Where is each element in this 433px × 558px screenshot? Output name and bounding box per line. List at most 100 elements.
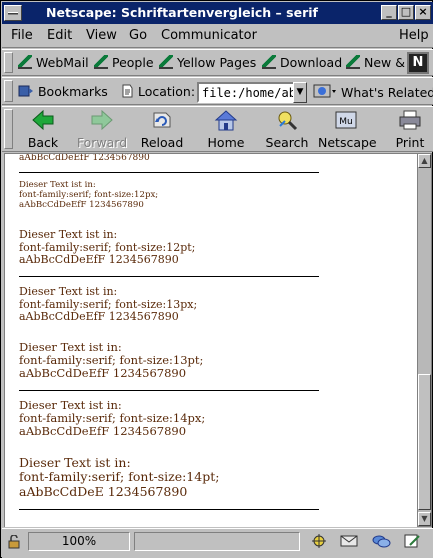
close-button[interactable]: × xyxy=(415,5,431,20)
sample-alphabet: aAbBcCdDeEfF 1234567890 xyxy=(19,424,187,439)
toolbar-grip[interactable] xyxy=(4,80,13,102)
back-label: Back xyxy=(27,135,59,150)
search-icon xyxy=(278,111,298,131)
print-button[interactable]: Print xyxy=(382,109,433,151)
sample-12px: Dieser Text ist in: font-family:serif; f… xyxy=(19,180,158,211)
menu-communicator[interactable]: Communicator xyxy=(161,28,257,43)
sample-14px: Dieser Text ist in: font-family:serif; f… xyxy=(19,398,205,439)
discussion-component-icon[interactable] xyxy=(371,533,391,549)
page-proxy-icon[interactable] xyxy=(120,84,134,98)
webmail-link[interactable]: WebMail xyxy=(18,55,89,70)
menu-edit[interactable]: Edit xyxy=(47,28,72,43)
minimize-button[interactable]: _ xyxy=(381,5,397,20)
horizontal-rule xyxy=(19,172,319,173)
search-button[interactable]: Search xyxy=(259,109,315,151)
netscape-logo[interactable]: N xyxy=(407,52,429,74)
sample-alphabet: aAbBcCdDeEfF 1234567890 xyxy=(19,199,144,210)
sample-alphabet: aAbBcCdDeEfF 1234567890 xyxy=(19,366,187,381)
bookmark-pen-icon xyxy=(94,55,108,69)
sample-partial-line: aAbBcCdDeEfF 1234567890 xyxy=(19,153,150,163)
people-link[interactable]: People xyxy=(94,55,154,70)
printer-icon xyxy=(399,110,421,130)
location-dropdown-button[interactable]: ▼ xyxy=(293,82,307,103)
sample-heading: Dieser Text ist in: xyxy=(19,228,118,241)
toolbar-grip[interactable] xyxy=(4,52,13,73)
location-toolbar: Bookmarks Location: file:/home/ab ▼ What… xyxy=(2,77,433,105)
netscape-portal-icon: Mu xyxy=(335,111,357,129)
horizontal-rule xyxy=(19,390,319,391)
sample-css: font-family:serif; font-size:14pt; xyxy=(19,469,220,485)
reload-icon xyxy=(153,112,171,128)
forward-arrow-icon xyxy=(91,109,113,131)
svg-text:Mu: Mu xyxy=(339,117,352,127)
sample-alphabet: aAbBcCdDeEfF 1234567890 xyxy=(19,310,179,324)
window-menu-button[interactable] xyxy=(4,5,22,21)
location-label: Location: xyxy=(120,84,195,99)
forward-label: Forward xyxy=(76,135,128,150)
title-bar[interactable]: Netscape: Schriftartenvergleich – serif … xyxy=(2,2,433,24)
menu-bar: File Edit View Go Communicator Help xyxy=(2,24,433,48)
horizontal-rule xyxy=(19,509,319,510)
home-icon xyxy=(214,110,238,131)
download-link[interactable]: Download xyxy=(262,55,342,70)
location-input[interactable]: file:/home/ab xyxy=(197,82,305,103)
menu-view[interactable]: View xyxy=(86,28,117,43)
progress-indicator: 100% xyxy=(28,532,130,551)
bookmark-pen-icon xyxy=(262,55,276,69)
security-lock-icon[interactable] xyxy=(7,535,21,549)
location-label-text: Location: xyxy=(137,84,196,99)
sample-13pt: Dieser Text ist in: font-family:serif; f… xyxy=(19,340,203,381)
reload-button[interactable]: Reload xyxy=(134,109,190,151)
bookmark-pen-icon xyxy=(159,55,173,69)
menu-go[interactable]: Go xyxy=(129,28,147,43)
vertical-scrollbar[interactable]: ▲ ▼ xyxy=(417,153,432,527)
download-label: Download xyxy=(280,55,343,70)
home-label: Home xyxy=(207,135,245,150)
back-arrow-icon xyxy=(32,109,54,131)
sample-alphabet: aAbBcCdDeEfF 1234567890 xyxy=(19,253,179,267)
menu-file[interactable]: File xyxy=(11,28,33,43)
mail-component-icon[interactable] xyxy=(339,533,359,549)
status-message xyxy=(134,532,300,551)
bookmarks-label: Bookmarks xyxy=(37,84,108,99)
horizontal-rule xyxy=(19,276,319,277)
toolbar-grip[interactable] xyxy=(4,109,13,149)
navigator-component-icon[interactable] xyxy=(309,533,329,549)
netscape-button[interactable]: Mu Netscape xyxy=(318,109,377,151)
scrollbar-thumb[interactable] xyxy=(418,374,431,510)
whats-related-icon xyxy=(313,84,336,98)
bookmarks-button[interactable]: Bookmarks xyxy=(18,84,108,99)
forward-button[interactable]: Forward xyxy=(74,109,130,151)
bookmark-pen-icon xyxy=(346,55,360,69)
scroll-up-arrow-icon[interactable]: ▲ xyxy=(418,154,431,168)
webmail-label: WebMail xyxy=(36,55,89,70)
people-label: People xyxy=(112,55,154,70)
sample-14pt: Dieser Text ist in: font-family:serif; f… xyxy=(19,455,220,499)
search-label: Search xyxy=(265,135,309,150)
netscape-label: Netscape xyxy=(318,135,377,150)
reload-label: Reload xyxy=(140,135,184,150)
bookmark-pen-icon xyxy=(18,55,32,69)
personal-toolbar: WebMail People Yellow Pages Download New… xyxy=(2,49,433,76)
window-title: Netscape: Schriftartenvergleich – serif xyxy=(46,5,318,20)
sample-alphabet: aAbBcCdDeE 1234567890 xyxy=(19,483,188,499)
maximize-button[interactable]: □ xyxy=(398,5,414,20)
print-label: Print xyxy=(395,135,425,150)
page-content[interactable]: aAbBcCdDeEfF 1234567890 Dieser Text ist … xyxy=(4,153,417,527)
navigation-toolbar: Back Forward Reload Home Search Mu Netsc… xyxy=(2,106,433,152)
bookmarks-icon xyxy=(18,85,33,97)
scroll-down-arrow-icon[interactable]: ▼ xyxy=(418,512,431,526)
whats-related-button[interactable]: What's Related xyxy=(313,84,433,100)
back-button[interactable]: Back xyxy=(15,109,71,151)
sample-heading: Dieser Text ist in: xyxy=(19,455,131,470)
composer-component-icon[interactable] xyxy=(402,533,422,549)
status-bar: 100% xyxy=(2,528,433,558)
menu-help[interactable]: Help xyxy=(399,28,429,43)
home-button[interactable]: Home xyxy=(198,109,254,151)
sample-partial: aAbBcCdDeEfF 1234567890 xyxy=(19,153,150,163)
yellow-pages-link[interactable]: Yellow Pages xyxy=(159,55,256,70)
yellow-pages-label: Yellow Pages xyxy=(177,55,257,70)
sample-12pt: Dieser Text ist in: font-family:serif; f… xyxy=(19,228,195,267)
sample-heading: Dieser Text ist in: xyxy=(19,285,118,298)
sample-13px: Dieser Text ist in: font-family:serif; f… xyxy=(19,285,197,324)
